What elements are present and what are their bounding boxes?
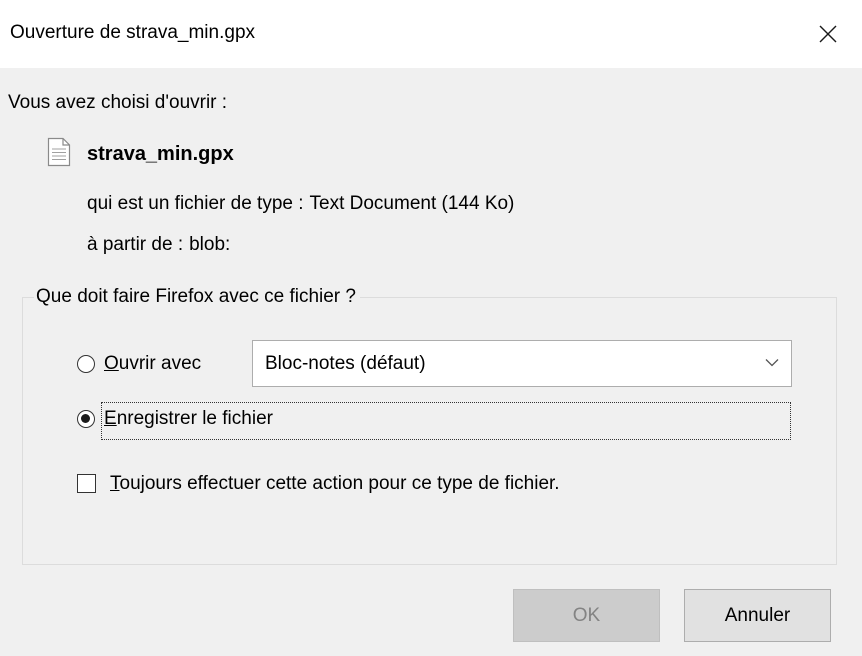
file-name: strava_min.gpx xyxy=(87,143,234,165)
open-with-accel: O xyxy=(104,353,119,374)
save-file-label[interactable]: Enregistrer le fichier xyxy=(104,408,273,430)
intro-text: Vous avez choisi d'ouvrir : xyxy=(8,92,228,113)
chevron-down-icon xyxy=(765,359,779,367)
window-title: Ouverture de strava_min.gpx xyxy=(10,22,256,43)
close-icon xyxy=(819,25,837,43)
open-with-label[interactable]: Ouvrir avec xyxy=(104,353,201,375)
cancel-button[interactable]: Annuler xyxy=(684,589,831,642)
file-type-value: Text Document (144 Ko) xyxy=(309,193,515,214)
file-source-line: à partir de : blob: xyxy=(87,234,230,256)
application-select[interactable]: Bloc-notes (défaut) xyxy=(252,340,792,387)
application-select-value: Bloc-notes (défaut) xyxy=(265,353,426,374)
ok-button[interactable]: OK xyxy=(513,589,660,642)
close-button[interactable] xyxy=(794,0,862,68)
always-do-this-label[interactable]: Toujours effectuer cette action pour ce … xyxy=(110,473,560,495)
always-accel: T xyxy=(110,473,120,494)
always-text: oujours effectuer cette action pour ce t… xyxy=(119,473,560,494)
file-source-value: blob: xyxy=(189,234,231,255)
download-dialog: Ouverture de strava_min.gpx Vous avez ch… xyxy=(0,0,862,656)
open-with-text: uvrir avec xyxy=(118,353,202,374)
save-file-text: nregistrer le fichier xyxy=(116,408,273,429)
file-type-label: qui est un fichier de type : xyxy=(87,193,304,214)
open-with-radio[interactable] xyxy=(77,355,95,373)
title-bar: Ouverture de strava_min.gpx xyxy=(0,0,862,68)
action-group-legend: Que doit faire Firefox avec ce fichier ? xyxy=(34,286,360,308)
file-type-line: qui est un fichier de type : Text Documen… xyxy=(87,193,514,215)
save-file-accel: E xyxy=(104,408,117,429)
file-source-label: à partir de : xyxy=(87,234,184,255)
save-file-radio[interactable] xyxy=(77,410,95,428)
always-do-this-checkbox[interactable] xyxy=(77,474,96,493)
document-icon xyxy=(47,137,71,167)
